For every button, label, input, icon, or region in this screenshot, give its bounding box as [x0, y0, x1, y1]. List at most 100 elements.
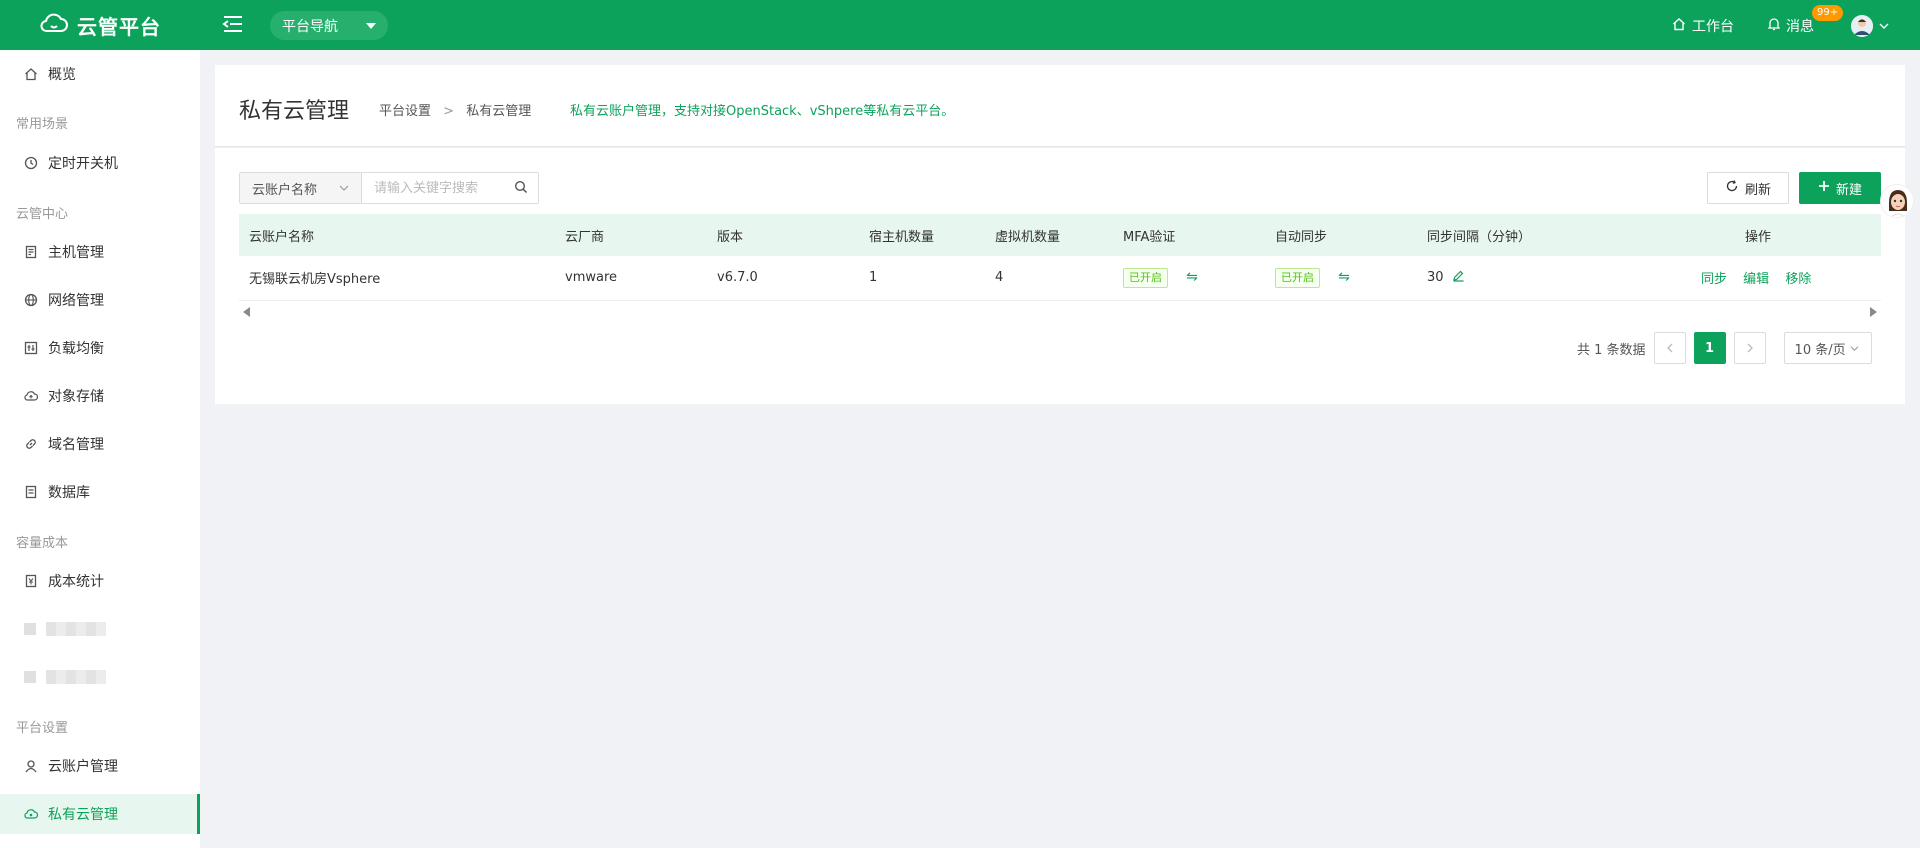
prev-page-button[interactable] [1653, 332, 1686, 364]
content-card: 云账户名称 刷新 新建 云账户名称 云厂商 版本 宿主机数量 虚拟机数量 MFA… [215, 148, 1905, 404]
sidebar-item-cloud-account[interactable]: 云账户管理 [0, 746, 200, 786]
cell-auto-sync: 已开启 ⇋ [1265, 256, 1417, 301]
table-row: 无锡联云机房Vsphere vmware v6.7.0 1 4 已开启 ⇋ 已开… [239, 256, 1881, 301]
cell-name: 无锡联云机房Vsphere [239, 256, 555, 301]
page-size-label: 10 条/页 [1794, 342, 1846, 358]
sidebar: 概览 常用场景 定时开关机 云管中心 主机管理 网络管理 负载均衡 对象存储 域… [0, 50, 200, 848]
assistant-avatar[interactable] [1880, 184, 1914, 218]
page-header: 私有云管理 平台设置 > 私有云管理 私有云账户管理，支持对接OpenStack… [215, 65, 1905, 147]
search-input[interactable] [362, 173, 538, 203]
messages-link[interactable]: 消息 [1767, 16, 1814, 36]
scroll-right-icon[interactable] [1869, 305, 1877, 321]
cell-interval: 30 [1417, 256, 1701, 301]
user-menu[interactable] [1851, 15, 1889, 37]
messages-label: 消息 [1786, 19, 1814, 35]
sidebar-group-platform: 平台设置 [16, 721, 69, 736]
clock-icon [24, 156, 38, 170]
page-description: 私有云账户管理，支持对接OpenStack、vShpere等私有云平台。 [570, 104, 955, 119]
breadcrumb-parent[interactable]: 平台设置 [379, 104, 431, 119]
sidebar-item-label: 负载均衡 [48, 341, 104, 357]
redacted-label [46, 670, 106, 684]
platform-nav-label: 平台导航 [282, 18, 338, 35]
sidebar-item-label: 域名管理 [48, 437, 104, 453]
sidebar-item-label: 对象存储 [48, 389, 104, 405]
column-header: 同步间隔（分钟） [1417, 214, 1701, 256]
sidebar-item-object-storage[interactable]: 对象存储 [0, 376, 200, 416]
edit-pencil-icon[interactable] [1452, 270, 1465, 286]
menu-collapse-icon[interactable] [222, 14, 246, 36]
sidebar-item-network-mgmt[interactable]: 网络管理 [0, 280, 200, 320]
sidebar-item-overview[interactable]: 概览 [0, 54, 200, 94]
message-count-badge: 99+ [1812, 5, 1844, 21]
search-field-label: 云账户名称 [252, 182, 318, 198]
database-icon [24, 485, 38, 499]
workbench-link[interactable]: 工作台 [1672, 16, 1734, 36]
sidebar-item-scheduled-power[interactable]: 定时开关机 [0, 143, 200, 183]
search-box: 云账户名称 [239, 172, 539, 204]
column-header: 操作 [1701, 214, 1881, 256]
sidebar-group-cost: 容量成本 [16, 536, 69, 551]
bell-icon [1767, 17, 1781, 35]
redacted-label [46, 622, 106, 636]
top-bar: 云管平台 平台导航 工作台 消息 99+ [0, 0, 1920, 50]
sidebar-item-domain-mgmt[interactable]: 域名管理 [0, 424, 200, 464]
sidebar-item-database[interactable]: 数据库 [0, 472, 200, 512]
cell-vms: 4 [985, 256, 1113, 301]
refresh-label: 刷新 [1744, 182, 1771, 198]
sidebar-item-label: 主机管理 [48, 245, 104, 261]
sidebar-item-private-cloud[interactable]: 私有云管理 [0, 794, 200, 834]
search-field-select[interactable]: 云账户名称 [240, 173, 362, 203]
home-icon [1672, 17, 1686, 35]
breadcrumb: 平台设置 > 私有云管理 [379, 100, 531, 119]
sidebar-item-label: 成本统计 [48, 574, 104, 590]
horizontal-scrollbar[interactable] [239, 303, 1881, 317]
sidebar-item-label: 概览 [48, 67, 76, 83]
total-count: 共 1 条数据 [1577, 342, 1646, 358]
new-button[interactable]: 新建 [1799, 172, 1881, 204]
page-size-select[interactable]: 10 条/页 [1783, 332, 1872, 364]
breadcrumb-current: 私有云管理 [466, 104, 532, 119]
bill-icon [24, 574, 38, 588]
remove-link[interactable]: 移除 [1785, 272, 1811, 287]
sidebar-item-label: 私有云管理 [48, 807, 118, 823]
refresh-button[interactable]: 刷新 [1707, 172, 1789, 204]
column-header: 版本 [707, 214, 859, 256]
sidebar-item-hidden-2[interactable] [0, 657, 200, 697]
plus-icon [1818, 180, 1830, 196]
sidebar-group-common: 常用场景 [16, 117, 69, 132]
cell-mfa: 已开启 ⇋ [1113, 256, 1265, 301]
sidebar-item-label: 数据库 [48, 485, 90, 501]
caret-down-icon [366, 23, 376, 29]
interval-value: 30 [1427, 270, 1444, 286]
status-badge: 已开启 [1275, 267, 1320, 288]
link-icon [24, 437, 38, 451]
toggle-switch-icon[interactable]: ⇋ [1338, 269, 1350, 285]
chevron-down-icon [1850, 341, 1859, 356]
server-icon [24, 245, 38, 259]
scroll-left-icon[interactable] [243, 305, 251, 321]
toggle-switch-icon[interactable]: ⇋ [1186, 269, 1198, 285]
sidebar-item-load-balance[interactable]: 负载均衡 [0, 328, 200, 368]
user-icon [24, 759, 38, 773]
edit-link[interactable]: 编辑 [1743, 272, 1769, 287]
sync-link[interactable]: 同步 [1701, 272, 1727, 287]
sidebar-item-cost-stats[interactable]: 成本统计 [0, 561, 200, 601]
logo[interactable]: 云管平台 [0, 0, 200, 50]
cloud-eye-icon [24, 807, 38, 821]
page-title: 私有云管理 [239, 99, 350, 124]
cell-operations: 同步 编辑 移除 [1701, 256, 1881, 301]
search-icon[interactable] [514, 180, 528, 198]
platform-nav-dropdown[interactable]: 平台导航 [270, 11, 388, 40]
sidebar-item-label: 云账户管理 [48, 759, 118, 775]
page-number-button[interactable]: 1 [1693, 332, 1726, 364]
chevron-down-icon [1879, 18, 1889, 34]
column-header: MFA验证 [1113, 214, 1265, 256]
next-page-button[interactable] [1733, 332, 1766, 364]
redacted-icon [24, 671, 36, 683]
accounts-table: 云账户名称 云厂商 版本 宿主机数量 虚拟机数量 MFA验证 自动同步 同步间隔… [239, 214, 1881, 301]
sidebar-item-host-mgmt[interactable]: 主机管理 [0, 232, 200, 272]
table-header-row: 云账户名称 云厂商 版本 宿主机数量 虚拟机数量 MFA验证 自动同步 同步间隔… [239, 214, 1881, 256]
cell-vendor: vmware [555, 256, 707, 301]
sidebar-item-hidden-1[interactable] [0, 609, 200, 649]
cloud-upload-icon [24, 389, 38, 403]
